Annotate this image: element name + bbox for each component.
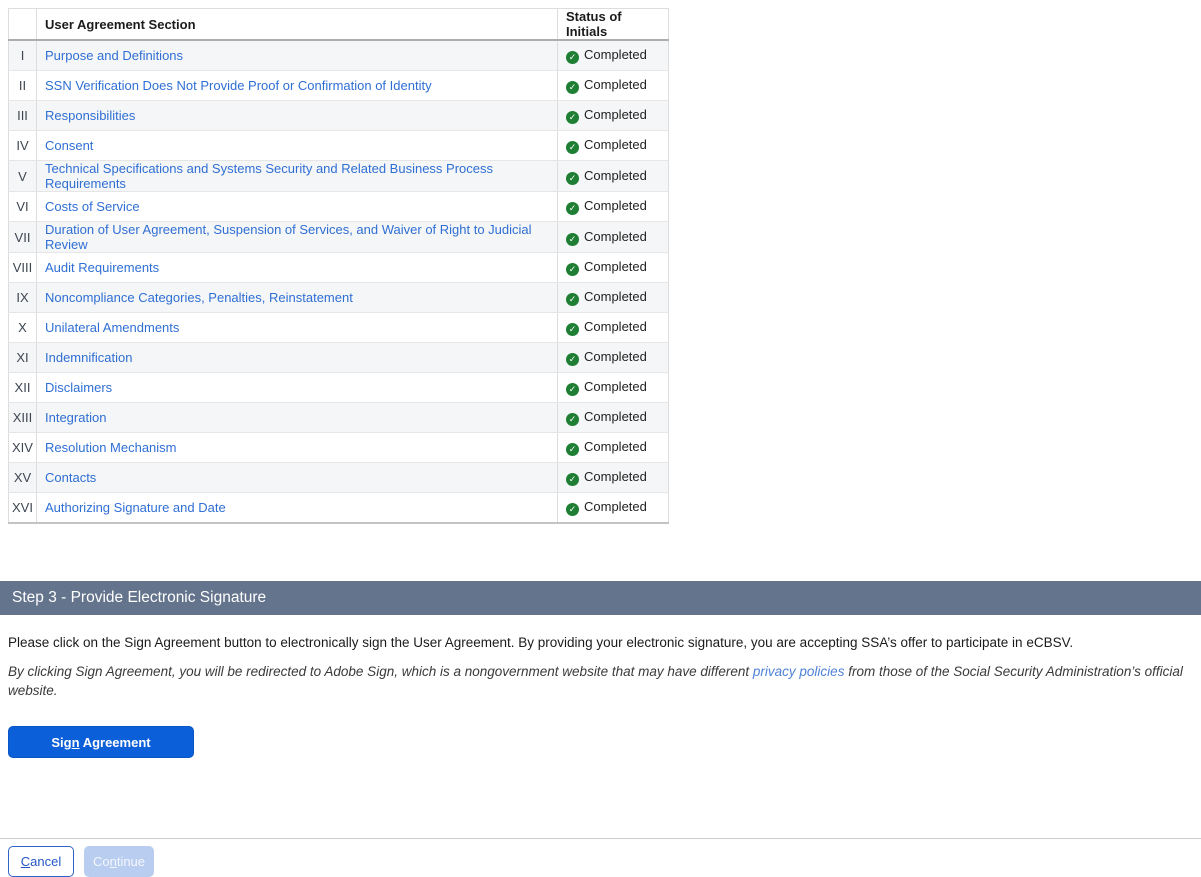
table-row: IV Consent ✓ Completed bbox=[9, 131, 669, 161]
privacy-policies-link[interactable]: privacy policies bbox=[753, 664, 845, 679]
status-label: Completed bbox=[584, 47, 647, 62]
check-circle-icon: ✓ bbox=[566, 383, 579, 396]
table-row: VI Costs of Service ✓ Completed bbox=[9, 192, 669, 222]
section-link[interactable]: Integration bbox=[45, 410, 106, 425]
table-row: V Technical Specifications and Systems S… bbox=[9, 161, 669, 192]
status-label: Completed bbox=[584, 198, 647, 213]
section-numeral: V bbox=[9, 161, 37, 192]
sign-agreement-button[interactable]: Sign Agreement bbox=[8, 726, 194, 758]
check-circle-icon: ✓ bbox=[566, 51, 579, 64]
status-label: Completed bbox=[584, 259, 647, 274]
section-column-header: User Agreement Section bbox=[37, 9, 558, 41]
status-label: Completed bbox=[584, 137, 647, 152]
footer-divider bbox=[0, 838, 1201, 839]
table-row: I Purpose and Definitions ✓ Completed bbox=[9, 40, 669, 71]
check-circle-icon: ✓ bbox=[566, 263, 579, 276]
status-label: Completed bbox=[584, 229, 647, 244]
table-row: III Responsibilities ✓ Completed bbox=[9, 101, 669, 131]
status-label: Completed bbox=[584, 409, 647, 424]
check-circle-icon: ✓ bbox=[566, 233, 579, 246]
status-label: Completed bbox=[584, 289, 647, 304]
check-circle-icon: ✓ bbox=[566, 202, 579, 215]
status-label: Completed bbox=[584, 499, 647, 514]
check-circle-icon: ✓ bbox=[566, 443, 579, 456]
section-numeral: VIII bbox=[9, 253, 37, 283]
section-link[interactable]: Purpose and Definitions bbox=[45, 48, 183, 63]
section-numeral: IV bbox=[9, 131, 37, 161]
section-numeral: II bbox=[9, 71, 37, 101]
section-link[interactable]: Consent bbox=[45, 138, 93, 153]
check-circle-icon: ✓ bbox=[566, 353, 579, 366]
section-numeral: XV bbox=[9, 463, 37, 493]
table-row: XIII Integration ✓ Completed bbox=[9, 403, 669, 433]
check-circle-icon: ✓ bbox=[566, 172, 579, 185]
section-link[interactable]: Indemnification bbox=[45, 350, 132, 365]
table-row: XIV Resolution Mechanism ✓ Completed bbox=[9, 433, 669, 463]
table-row: XVI Authorizing Signature and Date ✓ Comp… bbox=[9, 493, 669, 524]
signature-instructions: Please click on the Sign Agreement butto… bbox=[8, 633, 1201, 652]
cancel-button[interactable]: Cancel bbox=[8, 846, 74, 877]
section-numeral: XIV bbox=[9, 433, 37, 463]
adobe-sign-disclaimer: By clicking Sign Agreement, you will be … bbox=[8, 662, 1201, 700]
table-row: XI Indemnification ✓ Completed bbox=[9, 343, 669, 373]
section-numeral: I bbox=[9, 40, 37, 71]
section-numeral: IX bbox=[9, 283, 37, 313]
user-agreement-table: User Agreement Section Status of Initial… bbox=[8, 8, 669, 524]
status-label: Completed bbox=[584, 379, 647, 394]
section-numeral: VII bbox=[9, 222, 37, 253]
step-3-title: Step 3 - Provide Electronic Signature bbox=[12, 589, 266, 606]
section-link[interactable]: Contacts bbox=[45, 470, 96, 485]
footer-actions: Cancel Continue bbox=[8, 846, 1201, 877]
check-circle-icon: ✓ bbox=[566, 413, 579, 426]
check-circle-icon: ✓ bbox=[566, 81, 579, 94]
status-label: Completed bbox=[584, 77, 647, 92]
table-row: II SSN Verification Does Not Provide Pro… bbox=[9, 71, 669, 101]
section-link[interactable]: Noncompliance Categories, Penalties, Rei… bbox=[45, 290, 353, 305]
table-row: IX Noncompliance Categories, Penalties, … bbox=[9, 283, 669, 313]
check-circle-icon: ✓ bbox=[566, 503, 579, 516]
section-link[interactable]: Duration of User Agreement, Suspension o… bbox=[45, 222, 532, 252]
section-numeral: X bbox=[9, 313, 37, 343]
table-row: VIII Audit Requirements ✓ Completed bbox=[9, 253, 669, 283]
section-link[interactable]: Costs of Service bbox=[45, 199, 140, 214]
table-header-row: User Agreement Section Status of Initial… bbox=[9, 9, 669, 41]
section-link[interactable]: Authorizing Signature and Date bbox=[45, 500, 226, 515]
section-numeral: XIII bbox=[9, 403, 37, 433]
check-circle-icon: ✓ bbox=[566, 141, 579, 154]
status-label: Completed bbox=[584, 469, 647, 484]
section-link[interactable]: Resolution Mechanism bbox=[45, 440, 177, 455]
section-link[interactable]: Audit Requirements bbox=[45, 260, 159, 275]
check-circle-icon: ✓ bbox=[566, 111, 579, 124]
continue-button[interactable]: Continue bbox=[84, 846, 154, 877]
section-link[interactable]: Technical Specifications and Systems Sec… bbox=[45, 161, 493, 191]
table-row: XV Contacts ✓ Completed bbox=[9, 463, 669, 493]
section-numeral: III bbox=[9, 101, 37, 131]
status-label: Completed bbox=[584, 439, 647, 454]
status-label: Completed bbox=[584, 319, 647, 334]
status-label: Completed bbox=[584, 349, 647, 364]
numeral-column-header bbox=[9, 9, 37, 41]
section-numeral: VI bbox=[9, 192, 37, 222]
step-3-header-bar: Step 3 - Provide Electronic Signature bbox=[0, 581, 1201, 615]
table-row: XII Disclaimers ✓ Completed bbox=[9, 373, 669, 403]
agreement-table-body: I Purpose and Definitions ✓ Completed II … bbox=[9, 40, 669, 523]
section-numeral: XII bbox=[9, 373, 37, 403]
section-numeral: XI bbox=[9, 343, 37, 373]
table-row: VII Duration of User Agreement, Suspensi… bbox=[9, 222, 669, 253]
table-row: X Unilateral Amendments ✓ Completed bbox=[9, 313, 669, 343]
check-circle-icon: ✓ bbox=[566, 473, 579, 486]
section-numeral: XVI bbox=[9, 493, 37, 524]
section-link[interactable]: Unilateral Amendments bbox=[45, 320, 179, 335]
section-link[interactable]: Disclaimers bbox=[45, 380, 112, 395]
section-link[interactable]: Responsibilities bbox=[45, 108, 135, 123]
check-circle-icon: ✓ bbox=[566, 323, 579, 336]
status-label: Completed bbox=[584, 168, 647, 183]
section-link[interactable]: SSN Verification Does Not Provide Proof … bbox=[45, 78, 432, 93]
check-circle-icon: ✓ bbox=[566, 293, 579, 306]
status-column-header: Status of Initials bbox=[558, 9, 669, 41]
status-label: Completed bbox=[584, 107, 647, 122]
